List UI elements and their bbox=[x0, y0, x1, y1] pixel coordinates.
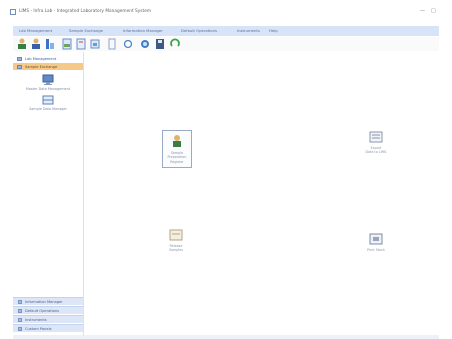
sidebar-item-label: Sample Exchange bbox=[25, 64, 58, 69]
maximize-button[interactable]: □ bbox=[431, 8, 436, 14]
tile-label: Print Stock bbox=[367, 248, 385, 252]
launcher-master-data[interactable]: Master Data Management bbox=[13, 74, 83, 91]
release-icon bbox=[169, 229, 183, 241]
monitor-icon bbox=[42, 74, 54, 85]
tile-release-samples[interactable]: Release Samples bbox=[162, 229, 190, 253]
sidebar-item-sample-exchange[interactable]: Sample Exchange bbox=[13, 63, 83, 70]
folder-tree-icon[interactable] bbox=[89, 38, 101, 50]
sidebar-bottom-information-manager[interactable]: Information Manager bbox=[13, 297, 83, 305]
tile-label: Sample Preparation bbox=[167, 151, 187, 160]
sidebar-bottom-label: Information Manager bbox=[25, 299, 63, 304]
database-icon bbox=[42, 95, 54, 105]
title-bar: LIMS - Infra.Lab - Integrated Laboratory… bbox=[0, 0, 452, 22]
computer-icon bbox=[17, 56, 22, 61]
minimize-button[interactable]: — bbox=[420, 8, 425, 14]
file-open-icon[interactable] bbox=[61, 38, 73, 50]
menu-information-manager[interactable]: Information Manager bbox=[123, 28, 163, 33]
folder-icon bbox=[17, 64, 22, 69]
sidebar-bottom-instruments[interactable]: Instruments bbox=[13, 315, 83, 323]
reload-icon[interactable] bbox=[169, 38, 181, 50]
tile-label: Samples bbox=[168, 248, 184, 253]
app-icon bbox=[10, 9, 16, 15]
analyst-icon bbox=[173, 135, 181, 147]
sidebar-bottom-label: Instruments bbox=[25, 317, 47, 322]
menu-sample-exchange[interactable]: Sample Exchange bbox=[69, 28, 103, 33]
toolbar bbox=[13, 37, 439, 51]
print-icon bbox=[369, 233, 383, 245]
sidebar-item-label: Lab Management bbox=[25, 56, 57, 61]
launcher-sample-data[interactable]: Sample Data Manager bbox=[13, 94, 83, 111]
sidebar-bottom-default-operations[interactable]: Default Operations bbox=[13, 306, 83, 314]
sidebar-item-lab-management[interactable]: Lab Management bbox=[13, 55, 83, 62]
instrument-icon bbox=[18, 317, 22, 322]
menu-default-operations[interactable]: Default Operations bbox=[181, 28, 217, 33]
tile-label: Data to LIMS bbox=[365, 150, 387, 155]
menu-lab-management[interactable]: Lab Management bbox=[19, 28, 52, 33]
panel-icon bbox=[18, 326, 22, 331]
tile-print-stock[interactable]: Print Stock bbox=[362, 233, 390, 252]
file-edit-icon[interactable] bbox=[75, 38, 87, 50]
user-icon[interactable] bbox=[16, 38, 28, 50]
save-icon[interactable] bbox=[154, 38, 166, 50]
info-icon bbox=[18, 299, 22, 304]
menu-instruments[interactable]: Instruments bbox=[237, 28, 260, 33]
operations-icon bbox=[18, 308, 22, 313]
status-bar bbox=[13, 335, 439, 339]
refresh-icon[interactable] bbox=[122, 38, 134, 50]
menu-bar: Lab Management Sample Exchange Informati… bbox=[13, 26, 439, 36]
tile-sample-preparation[interactable]: Sample Preparation Register bbox=[162, 130, 192, 168]
window-title: LIMS - Infra.Lab - Integrated Laboratory… bbox=[19, 9, 152, 14]
sidebar: Lab Management Sample Exchange Master Da… bbox=[13, 52, 84, 335]
launcher-label: Master Data Management bbox=[25, 87, 71, 91]
main-workspace: Sample Preparation Register Export Data … bbox=[84, 52, 439, 335]
launcher-label: Sample Data Manager bbox=[29, 107, 67, 111]
tile-label: Register bbox=[170, 159, 184, 164]
menu-help[interactable]: Help bbox=[269, 28, 278, 33]
sidebar-bottom-custom-panels[interactable]: Custom Panels bbox=[13, 324, 83, 332]
user-group-icon[interactable] bbox=[30, 38, 42, 50]
export-icon bbox=[369, 131, 383, 143]
sidebar-bottom-label: Custom Panels bbox=[25, 326, 52, 331]
tile-export[interactable]: Export Data to LIMS bbox=[362, 131, 390, 155]
document-icon[interactable] bbox=[106, 38, 118, 50]
lab-icon[interactable] bbox=[139, 38, 151, 50]
chart-icon[interactable] bbox=[44, 38, 56, 50]
sidebar-bottom-label: Default Operations bbox=[25, 308, 60, 313]
